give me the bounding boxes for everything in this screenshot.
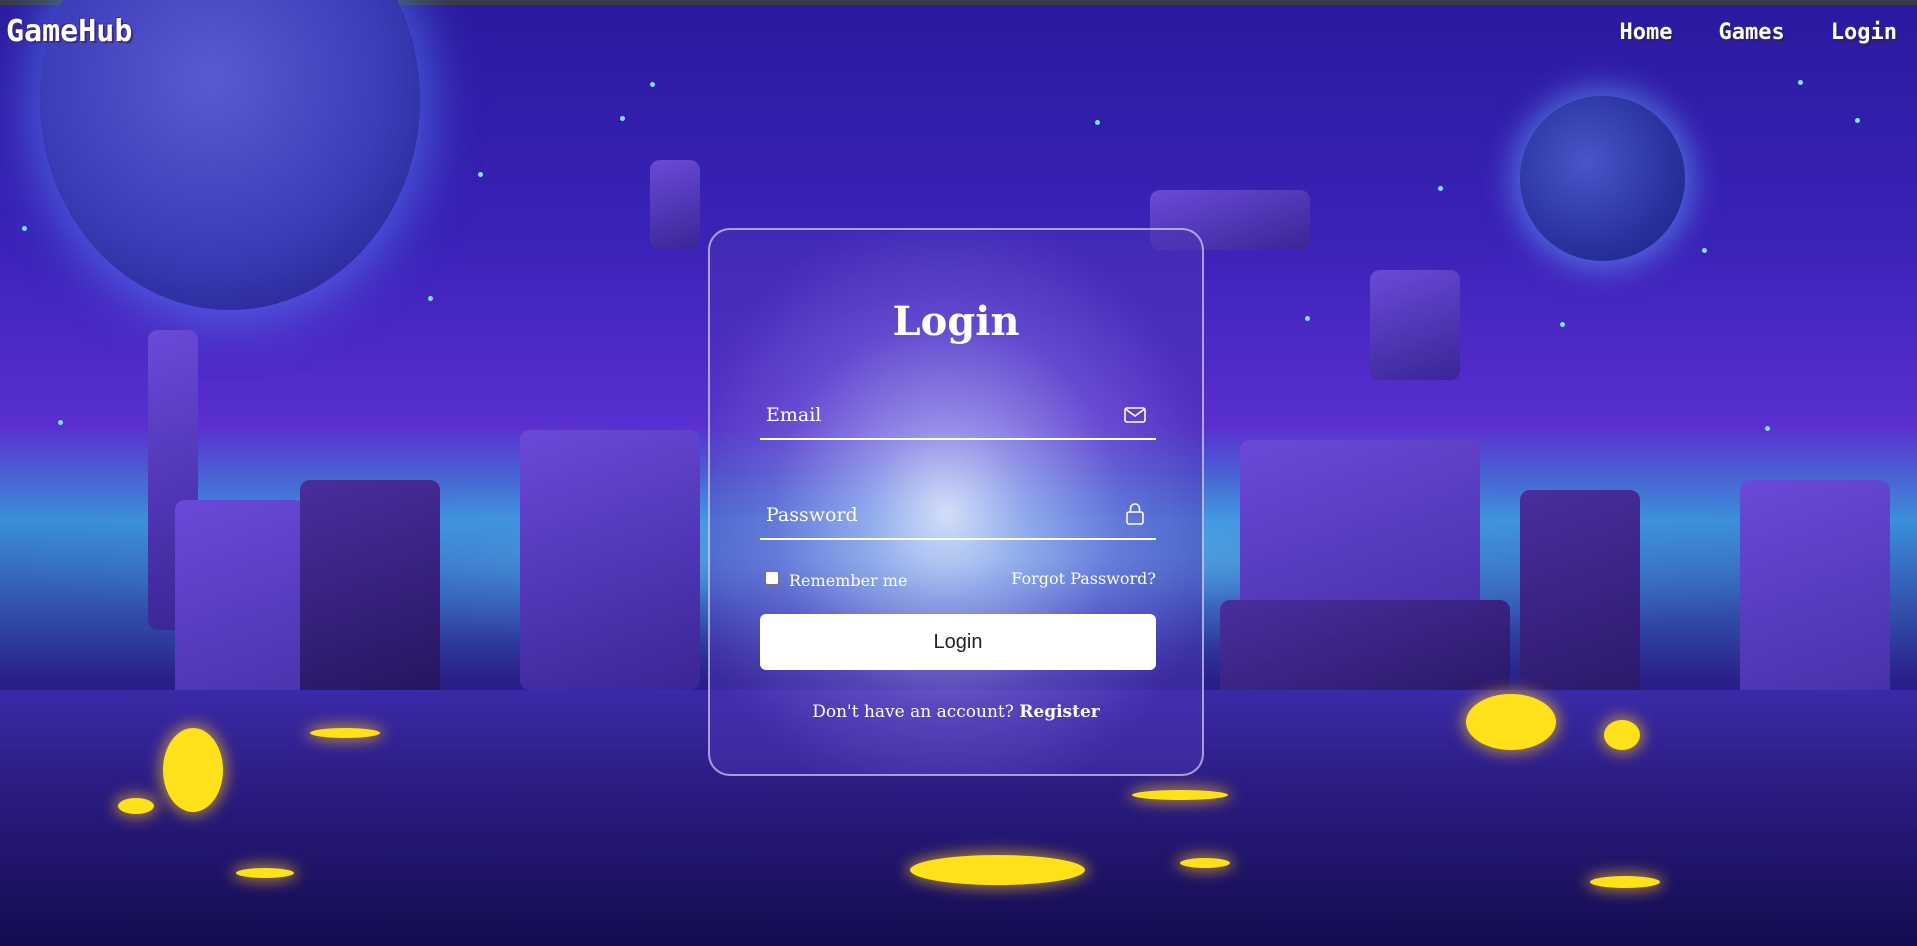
- login-button[interactable]: Login: [760, 614, 1156, 670]
- lock-icon: [1126, 503, 1144, 525]
- register-prompt: Don't have an account? Register: [710, 702, 1202, 722]
- envelope-icon: [1124, 407, 1146, 423]
- rock-pillar: [300, 480, 440, 700]
- star: [650, 82, 655, 87]
- star: [1702, 248, 1707, 253]
- star: [58, 420, 63, 425]
- lava-pool: [1590, 876, 1660, 888]
- remember-me-label[interactable]: Remember me: [789, 571, 907, 590]
- star: [1438, 186, 1443, 191]
- brand-logo[interactable]: GameHub: [6, 14, 132, 49]
- lava-pool: [1466, 694, 1556, 750]
- nav-games-link[interactable]: Games: [1719, 20, 1785, 45]
- email-input[interactable]: [760, 394, 1108, 436]
- star: [620, 116, 625, 121]
- lava-pool: [310, 728, 380, 738]
- star: [1798, 80, 1803, 85]
- email-field-wrapper: [760, 394, 1156, 440]
- star: [1095, 120, 1100, 125]
- star: [478, 172, 483, 177]
- floating-rock: [650, 160, 700, 250]
- star: [1560, 322, 1565, 327]
- password-input[interactable]: [760, 494, 1108, 536]
- lava-pool: [1604, 720, 1640, 750]
- lava-pool: [910, 855, 1085, 885]
- star: [22, 226, 27, 231]
- main-nav: Home Games Login: [1620, 20, 1897, 45]
- lava-pool: [163, 728, 223, 812]
- nav-home-link[interactable]: Home: [1620, 20, 1673, 45]
- no-account-text: Don't have an account?: [812, 702, 1014, 722]
- register-link[interactable]: Register: [1019, 702, 1099, 722]
- star: [1855, 118, 1860, 123]
- login-title: Login: [892, 298, 1020, 345]
- small-planet: [1520, 96, 1685, 261]
- password-field-wrapper: [760, 494, 1156, 540]
- nav-login-link[interactable]: Login: [1831, 20, 1897, 45]
- lava-pool: [1132, 790, 1228, 800]
- lava-pool: [1180, 858, 1230, 868]
- floating-rock: [1370, 270, 1460, 380]
- lava-pool: [118, 798, 154, 814]
- star: [1765, 426, 1770, 431]
- forgot-password-link[interactable]: Forgot Password?: [1011, 569, 1156, 588]
- login-card: Login Remember me Forgot Password? Login…: [708, 228, 1204, 776]
- star: [428, 296, 433, 301]
- remember-me-checkbox[interactable]: [765, 571, 779, 585]
- rock-pillar: [520, 430, 700, 690]
- login-options-row: Remember me Forgot Password?: [765, 569, 1156, 591]
- lava-pool: [236, 868, 294, 878]
- star: [1305, 316, 1310, 321]
